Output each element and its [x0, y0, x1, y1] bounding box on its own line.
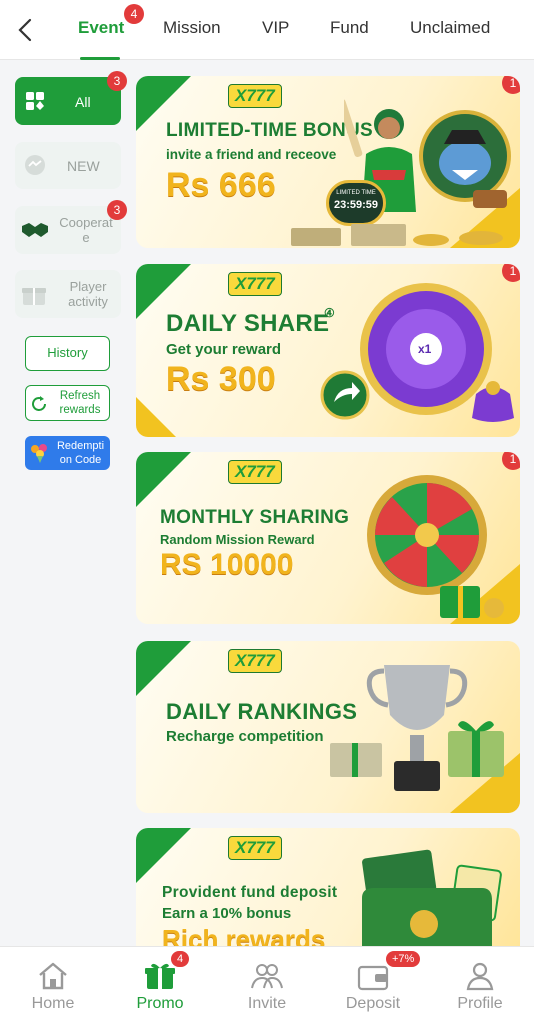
chat-bubble-icon — [25, 155, 45, 175]
banner-title: Provident fund deposit — [162, 884, 338, 901]
title-marker: ④ — [324, 306, 335, 320]
banner-daily-rankings[interactable]: X777 DAILY RANKINGS Recharge competition — [136, 641, 520, 813]
banner-title: MONTHLY SHARING — [160, 507, 350, 528]
refresh-rewards-label: Refresh rewards — [59, 390, 101, 416]
sidebar-item-player-activity[interactable]: Player activity — [15, 270, 121, 318]
tab-unclaimed[interactable]: Unclaimed — [410, 18, 490, 38]
sidebar-item-new[interactable]: NEW — [15, 142, 121, 189]
gift-icon — [145, 963, 175, 989]
cash-stack-illustration — [291, 224, 503, 246]
back-arrow-icon[interactable] — [14, 16, 38, 44]
nav-label: Profile — [457, 995, 503, 1012]
sidebar-item-label: Cooperat e — [59, 215, 113, 245]
redemption-code-button[interactable]: Redempti on Code — [25, 436, 110, 470]
banner-corner-green — [136, 641, 191, 696]
sidebar-item-cooperate[interactable]: Cooperat e 3 — [15, 200, 127, 254]
grid-icon — [26, 92, 44, 110]
bouquet-icon — [31, 444, 47, 463]
sidebar-item-label: NEW — [67, 158, 100, 174]
nav-deposit[interactable]: Deposit +7% — [328, 951, 421, 1013]
nav-deposit-badge: +7% — [386, 951, 421, 967]
gift-box-illustration — [448, 721, 504, 777]
banner-corner-green — [136, 452, 191, 507]
banner-amount: Rs 666 — [166, 166, 276, 204]
tab-event[interactable]: Event — [78, 18, 124, 38]
banner-subtitle: Recharge competition — [166, 728, 324, 745]
banner-monthly-sharing[interactable]: X777 MONTHLY SHARING Random Mission Rewa… — [136, 452, 520, 624]
brand-logo: X777 — [228, 460, 282, 484]
top-tab-bar: Event 4 Mission VIP Fund Unclaimed — [0, 0, 534, 60]
gift-box-illustration — [440, 586, 504, 618]
brand-logo: X777 — [228, 84, 282, 108]
wallet-illustration — [362, 849, 502, 946]
banner-amount: Rich rewards — [162, 924, 326, 946]
banner-corner-yellow — [136, 397, 176, 437]
banner-limited-time-bonus[interactable]: X777 LIMITED-TIME BONUS invite a friend … — [136, 76, 520, 248]
nav-label: Deposit — [345, 995, 401, 1012]
bottom-navigation: Home Promo 4 Invite Deposit +7% Profile — [0, 946, 534, 1024]
home-icon — [39, 962, 67, 990]
timer-value: 23:59:59 — [333, 199, 379, 211]
refresh-rewards-button[interactable]: Refresh rewards — [25, 385, 110, 421]
wallet-icon — [357, 965, 389, 991]
nav-home[interactable]: Home — [8, 961, 98, 1013]
tab-fund[interactable]: Fund — [330, 18, 369, 38]
banner-subtitle: invite a friend and receove — [166, 147, 337, 162]
users-icon — [251, 964, 283, 989]
share-arrow-icon — [320, 370, 370, 420]
person-icon — [466, 962, 494, 991]
sidebar-item-label: All — [75, 94, 91, 110]
banner-amount: Rs 300 — [166, 360, 276, 398]
tab-mission[interactable]: Mission — [163, 18, 221, 38]
timer-label: LIMITED TIME — [336, 190, 376, 196]
cash-stack-illustration — [330, 743, 382, 777]
shark-pirate-illustration — [419, 110, 511, 208]
banner-title: DAILY SHARE — [166, 310, 330, 337]
sidebar-all-badge: 3 — [107, 71, 127, 91]
gift-icon — [22, 288, 46, 305]
banner-title: DAILY RANKINGS — [166, 699, 358, 724]
sidebar-item-label: Player activity — [68, 279, 108, 309]
redemption-code-label: Redempti on Code — [56, 440, 105, 466]
banner-amount: RS 10000 — [160, 548, 294, 581]
sidebar-cooperate-badge: 3 — [107, 200, 127, 220]
nav-promo[interactable]: Promo 4 — [115, 951, 205, 1013]
brand-logo: X777 — [228, 272, 282, 296]
tab-active-indicator — [80, 57, 120, 60]
tab-vip[interactable]: VIP — [262, 18, 289, 38]
handshake-icon — [22, 223, 48, 237]
banner-corner-green — [136, 828, 191, 883]
banner-daily-share[interactable]: X777 DAILY SHARE ④ Get your reward Rs 30… — [136, 264, 520, 437]
history-button[interactable]: History — [25, 336, 110, 371]
nav-invite[interactable]: Invite — [222, 961, 312, 1013]
wheel-center-multiplier: x1 — [418, 342, 432, 356]
coin-bag-illustration — [472, 381, 514, 422]
tab-event-badge: 4 — [124, 4, 144, 24]
nav-profile[interactable]: Profile — [435, 961, 525, 1013]
sidebar-item-all[interactable]: All 3 — [15, 71, 127, 125]
nav-label: Promo — [136, 995, 184, 1012]
brand-logo: X777 — [228, 836, 282, 860]
brand-logo: X777 — [228, 649, 282, 673]
banner-provident-fund[interactable]: X777 Provident fund deposit Earn a 10% b… — [136, 828, 520, 946]
banner-subtitle: Earn a 10% bonus — [162, 905, 292, 922]
banner-title: LIMITED-TIME BONUS — [166, 120, 373, 141]
refresh-icon — [32, 396, 46, 411]
nav-promo-badge: 4 — [171, 951, 190, 967]
banner-subtitle: Get your reward — [166, 341, 282, 358]
nav-label: Invite — [247, 995, 287, 1012]
nav-label: Home — [31, 995, 75, 1012]
banner-subtitle: Random Mission Reward — [160, 532, 315, 547]
